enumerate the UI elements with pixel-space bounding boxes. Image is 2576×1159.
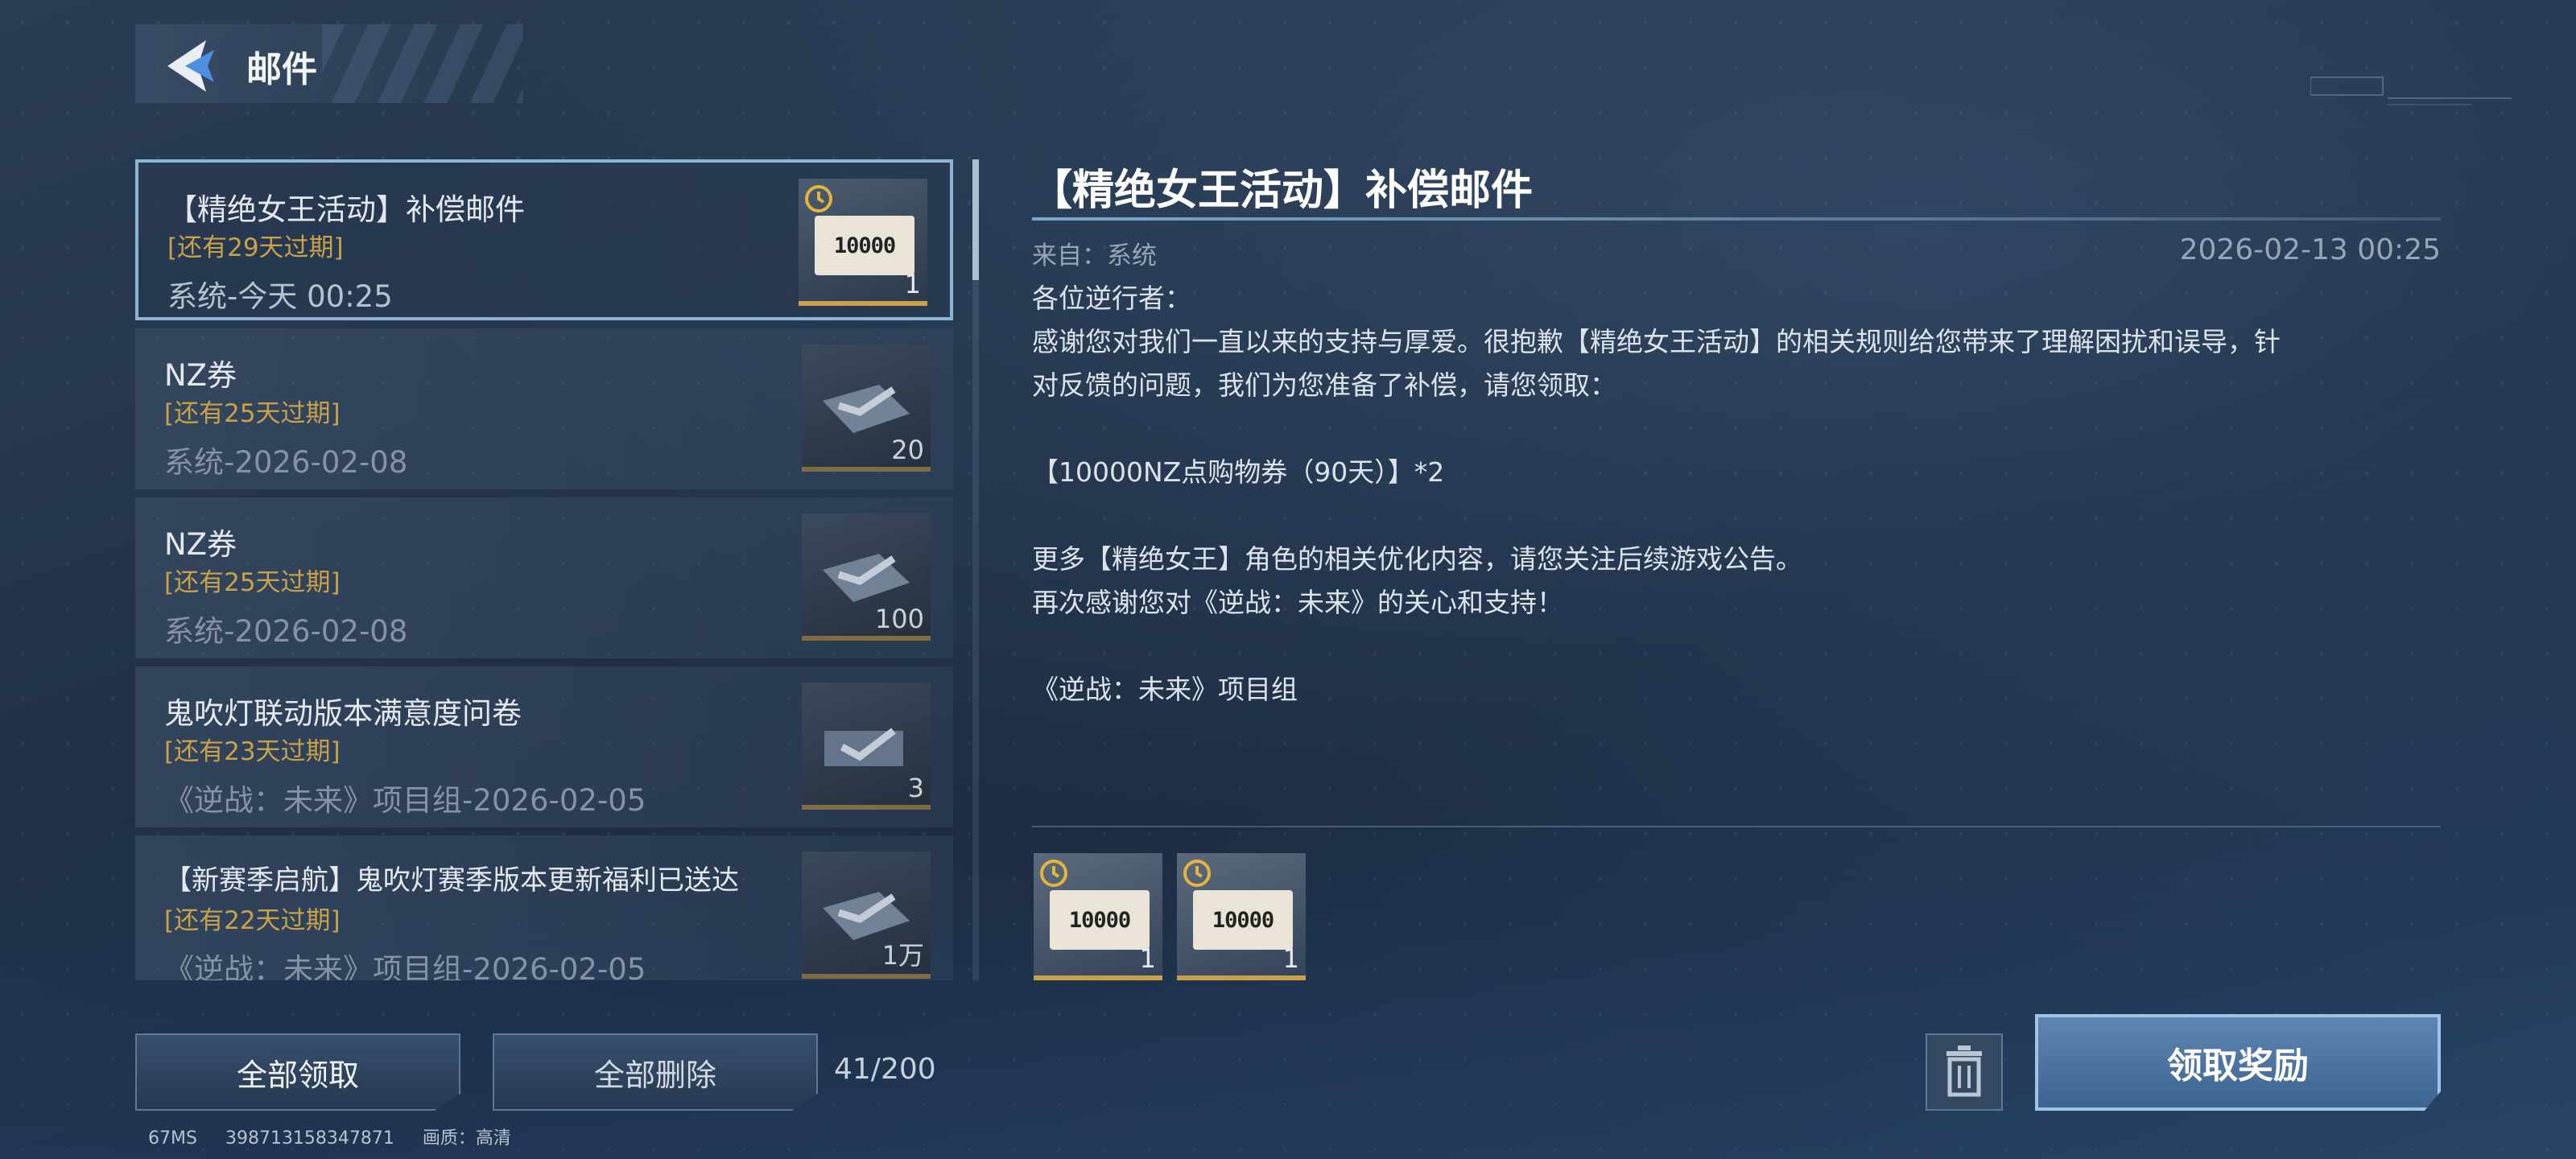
status-bar: 67MS 398713158347871 画质：高清	[148, 1124, 534, 1149]
mail-item-meta: 系统-2026-02-08	[164, 445, 408, 480]
mail-item-count: 20	[891, 435, 924, 465]
mail-item-thumbnail: 10000 1	[799, 179, 927, 306]
player-id: 398713158347871	[225, 1128, 394, 1149]
mail-item-title: 【精绝女王活动】补偿邮件	[167, 192, 525, 227]
back-button[interactable]	[161, 35, 222, 97]
clock-icon	[805, 185, 832, 212]
clock-icon	[1183, 860, 1211, 887]
mail-item-count: 1万	[881, 940, 924, 971]
reward-item[interactable]: 10000 1	[1177, 853, 1306, 980]
claim-reward-button[interactable]: 领取奖励	[2035, 1014, 2441, 1111]
ping-value: 67MS	[148, 1128, 197, 1149]
header-stripes	[322, 24, 523, 103]
mail-item-title: NZ券	[164, 358, 237, 393]
back-arrow-icon	[167, 40, 214, 92]
mail-detail-title: 【精绝女王活动】补偿邮件	[1030, 167, 1534, 215]
voucher-ticket-icon: 10000	[1193, 890, 1293, 950]
body-divider	[1032, 826, 2441, 827]
mail-item-meta: 《逆战：未来》项目组-2026-02-05	[164, 783, 646, 818]
clock-icon	[1040, 860, 1067, 887]
mail-item-meta: 系统-今天 00:25	[167, 279, 393, 314]
mail-item-count: 3	[907, 773, 924, 803]
mail-item-thumbnail: 100	[802, 514, 931, 641]
mail-list: 【精绝女王活动】补偿邮件 [还有29天过期] 系统-今天 00:25 10000…	[135, 159, 953, 980]
voucher-ticket-icon: 10000	[815, 216, 914, 275]
mail-item[interactable]: 鬼吹灯联动版本满意度问卷 [还有23天过期] 《逆战：未来》项目组-2026-0…	[135, 666, 953, 827]
mail-item-expire: [还有29天过期]	[167, 233, 344, 262]
page-title: 邮件	[246, 49, 317, 90]
mail-item-meta: 系统-2026-02-08	[164, 614, 408, 649]
mail-item-expire: [还有22天过期]	[164, 906, 341, 935]
delete-mail-button[interactable]	[1926, 1033, 2003, 1111]
graphics-quality: 画质：高清	[422, 1128, 511, 1149]
mail-item[interactable]: 【精绝女王活动】补偿邮件 [还有29天过期] 系统-今天 00:25 10000…	[135, 159, 953, 320]
reward-count: 1	[1139, 943, 1156, 974]
mail-item-meta: 《逆战：未来》项目组-2026-02-05	[164, 952, 646, 980]
scrollbar-thumb[interactable]	[972, 159, 979, 280]
mail-count: 41/200	[834, 1053, 936, 1086]
mail-item-expire: [还有25天过期]	[164, 399, 341, 428]
trash-icon	[1946, 1046, 1982, 1097]
delete-all-button[interactable]: 全部删除	[493, 1033, 818, 1111]
mail-item-expire: [还有23天过期]	[164, 737, 341, 766]
mail-item-thumbnail: 3	[802, 683, 931, 810]
reward-item[interactable]: 10000 1	[1034, 853, 1162, 980]
voucher-ticket-icon: 10000	[1050, 890, 1150, 950]
nz-voucher-icon	[824, 728, 903, 766]
mail-item-count: 100	[874, 604, 924, 634]
mail-list-scrollbar[interactable]	[972, 159, 979, 980]
mail-item-count: 1	[904, 269, 921, 299]
title-divider	[1032, 217, 2441, 221]
mail-item-title: 【新赛季启航】鬼吹灯赛季版本更新福利已送达	[164, 864, 739, 897]
mail-item-title: NZ券	[164, 527, 237, 562]
mail-item-title: 鬼吹灯联动版本满意度问卷	[164, 696, 522, 731]
mail-item[interactable]: 【新赛季启航】鬼吹灯赛季版本更新福利已送达 [还有22天过期] 《逆战：未来》项…	[135, 835, 953, 980]
mail-item[interactable]: NZ券 [还有25天过期] 系统-2026-02-08 20	[135, 328, 953, 489]
mail-body: 各位逆行者： 感谢您对我们一直以来的支持与厚爱。很抱歉【精绝女王活动】的相关规则…	[1032, 283, 2281, 705]
claim-all-button[interactable]: 全部领取	[135, 1033, 460, 1111]
mail-item-expire: [还有25天过期]	[164, 568, 341, 597]
mail-sender: 来自：系统	[1032, 241, 1157, 270]
mail-item-thumbnail: 1万	[802, 852, 931, 979]
mail-item[interactable]: NZ券 [还有25天过期] 系统-2026-02-08 100	[135, 497, 953, 658]
mail-item-thumbnail: 20	[802, 344, 931, 472]
mail-date: 2026-02-13 00:25	[2179, 233, 2441, 266]
decoration-hud-icon	[2310, 76, 2512, 105]
reward-count: 1	[1282, 943, 1299, 974]
